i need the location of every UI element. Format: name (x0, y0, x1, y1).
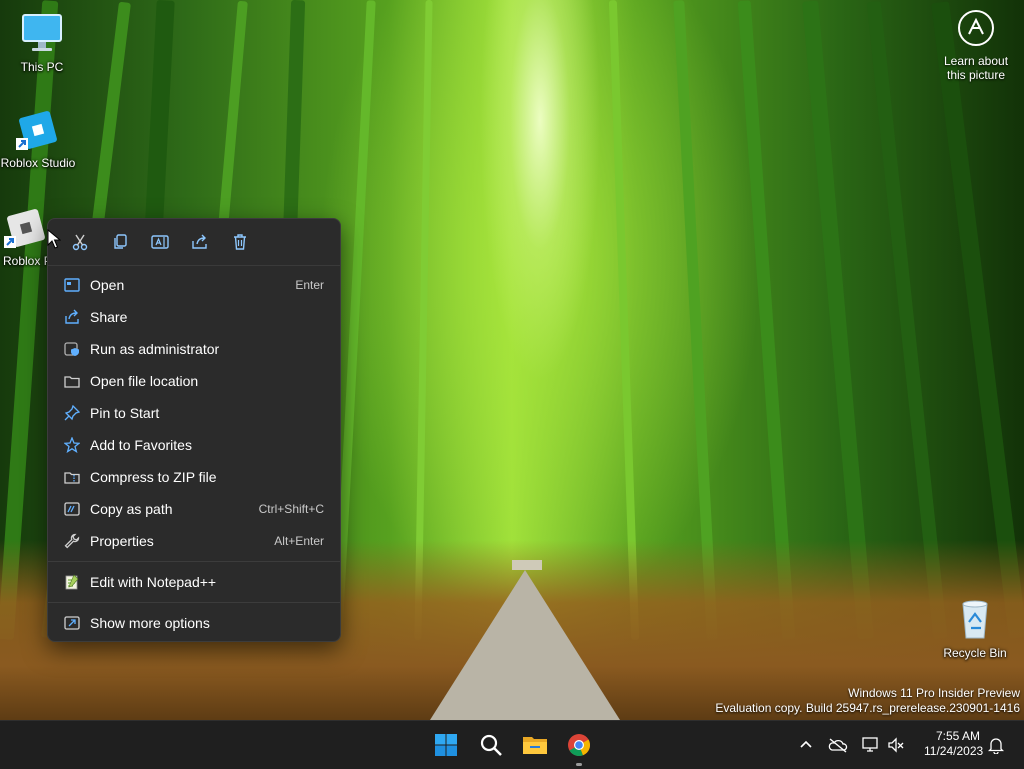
menu-item-label: Compress to ZIP file (90, 469, 217, 485)
zip-icon (54, 469, 90, 485)
taskbar: 7:55 AM 11/24/2023 (0, 720, 1024, 769)
roblox-player-icon (4, 206, 48, 250)
notepad-plus-plus-icon (54, 574, 90, 590)
menu-item-label: Run as administrator (90, 341, 220, 357)
menu-item-properties[interactable]: Properties Alt+Enter (54, 526, 334, 556)
volume-tray-button[interactable] (886, 735, 906, 755)
rename-icon (151, 235, 169, 249)
desktop-icon-roblox-studio[interactable]: Roblox Studio (0, 108, 80, 170)
watermark-line2: Evaluation copy. Build 25947.rs_prerelea… (715, 701, 1020, 715)
menu-item-compress-zip[interactable]: Compress to ZIP file (54, 462, 334, 492)
menu-item-copy-as-path[interactable]: Copy as path Ctrl+Shift+C (54, 494, 334, 524)
chevron-up-icon (800, 740, 812, 748)
folder-icon (54, 373, 90, 389)
menu-separator (48, 561, 340, 562)
onedrive-tray-button[interactable] (828, 735, 848, 755)
recycle-bin-icon (953, 598, 997, 642)
start-icon (435, 734, 457, 756)
desktop-icon-recycle-bin[interactable]: Recycle Bin (933, 598, 1017, 660)
menu-item-show-more-options[interactable]: Show more options (54, 608, 334, 638)
share-button[interactable] (180, 226, 220, 258)
evaluation-watermark: Windows 11 Pro Insider Preview Evaluatio… (715, 686, 1020, 716)
system-clock[interactable]: 7:55 AM 11/24/2023 (924, 729, 984, 759)
menu-item-label: Open (90, 277, 125, 293)
menu-item-label: Pin to Start (90, 405, 160, 421)
menu-item-edit-notepadpp[interactable]: Edit with Notepad++ (54, 567, 334, 597)
desktop-icon-label: This PC (20, 60, 64, 74)
mouse-cursor-icon (47, 229, 61, 249)
clock-time: 7:55 AM (935, 729, 980, 743)
camera-info-icon (958, 10, 994, 46)
desktop-icon-label: Recycle Bin (943, 646, 1007, 660)
wrench-icon (54, 533, 90, 549)
more-options-icon (54, 615, 90, 631)
menu-item-share[interactable]: Share (54, 302, 334, 332)
share-icon (54, 309, 90, 325)
menu-item-label: Show more options (90, 615, 210, 631)
notification-center-button[interactable] (986, 735, 1006, 755)
menu-item-label: Copy as path (90, 501, 173, 517)
notification-bell-icon (988, 738, 1004, 754)
show-hidden-icons-button[interactable] (796, 735, 816, 755)
share-icon (192, 234, 207, 249)
volume-muted-icon (888, 737, 904, 753)
roblox-studio-icon (16, 108, 60, 152)
search-button[interactable] (475, 729, 507, 761)
menu-item-label: Add to Favorites (90, 437, 192, 453)
open-icon (54, 277, 90, 293)
rename-button[interactable] (140, 226, 180, 258)
menu-item-open[interactable]: Open Enter (54, 270, 334, 300)
copy-icon (114, 234, 127, 249)
menu-item-shortcut: Enter (295, 278, 324, 292)
menu-item-label: Share (90, 309, 128, 325)
menu-item-label: Edit with Notepad++ (90, 574, 217, 590)
shield-icon (54, 341, 90, 357)
pin-icon (54, 405, 90, 421)
menu-item-run-as-admin[interactable]: Run as administrator (54, 334, 334, 364)
menu-item-label: Properties (90, 533, 154, 549)
menu-item-add-to-favorites[interactable]: Add to Favorites (54, 430, 334, 460)
network-icon (862, 737, 878, 752)
network-tray-button[interactable] (860, 735, 880, 755)
context-menu: Open Enter Share Run as administrator Op… (47, 218, 341, 642)
desktop-icon-label: Roblox Studio (0, 156, 76, 170)
path-icon (54, 501, 90, 517)
menu-item-shortcut: Ctrl+Shift+C (258, 502, 324, 516)
menu-item-open-file-location[interactable]: Open file location (54, 366, 334, 396)
delete-button[interactable] (220, 226, 260, 258)
watermark-line1: Windows 11 Pro Insider Preview (848, 686, 1020, 700)
file-explorer-icon (523, 737, 547, 754)
learn-about-picture-button[interactable]: Learn about this picture (936, 10, 1016, 82)
chrome-button[interactable] (563, 729, 595, 761)
learn-about-line2: this picture (946, 68, 1006, 82)
cut-button[interactable] (60, 226, 100, 258)
learn-about-line1: Learn about (943, 54, 1009, 68)
scissors-icon (72, 234, 88, 251)
trash-icon (234, 234, 246, 250)
star-icon (54, 437, 90, 453)
monitor-icon (20, 12, 64, 56)
start-button[interactable] (430, 729, 462, 761)
clock-date: 11/24/2023 (924, 744, 984, 758)
onedrive-off-icon (828, 738, 848, 753)
quick-actions-bar (48, 219, 340, 266)
chrome-icon (568, 734, 591, 757)
running-indicator (576, 763, 582, 766)
desktop-icon-this-pc[interactable]: This PC (0, 12, 84, 74)
menu-item-shortcut: Alt+Enter (274, 534, 324, 548)
search-icon (480, 734, 502, 756)
menu-item-label: Open file location (90, 373, 199, 389)
file-explorer-button[interactable] (519, 729, 551, 761)
menu-item-pin-to-start[interactable]: Pin to Start (54, 398, 334, 428)
menu-separator (48, 602, 340, 603)
copy-button[interactable] (100, 226, 140, 258)
